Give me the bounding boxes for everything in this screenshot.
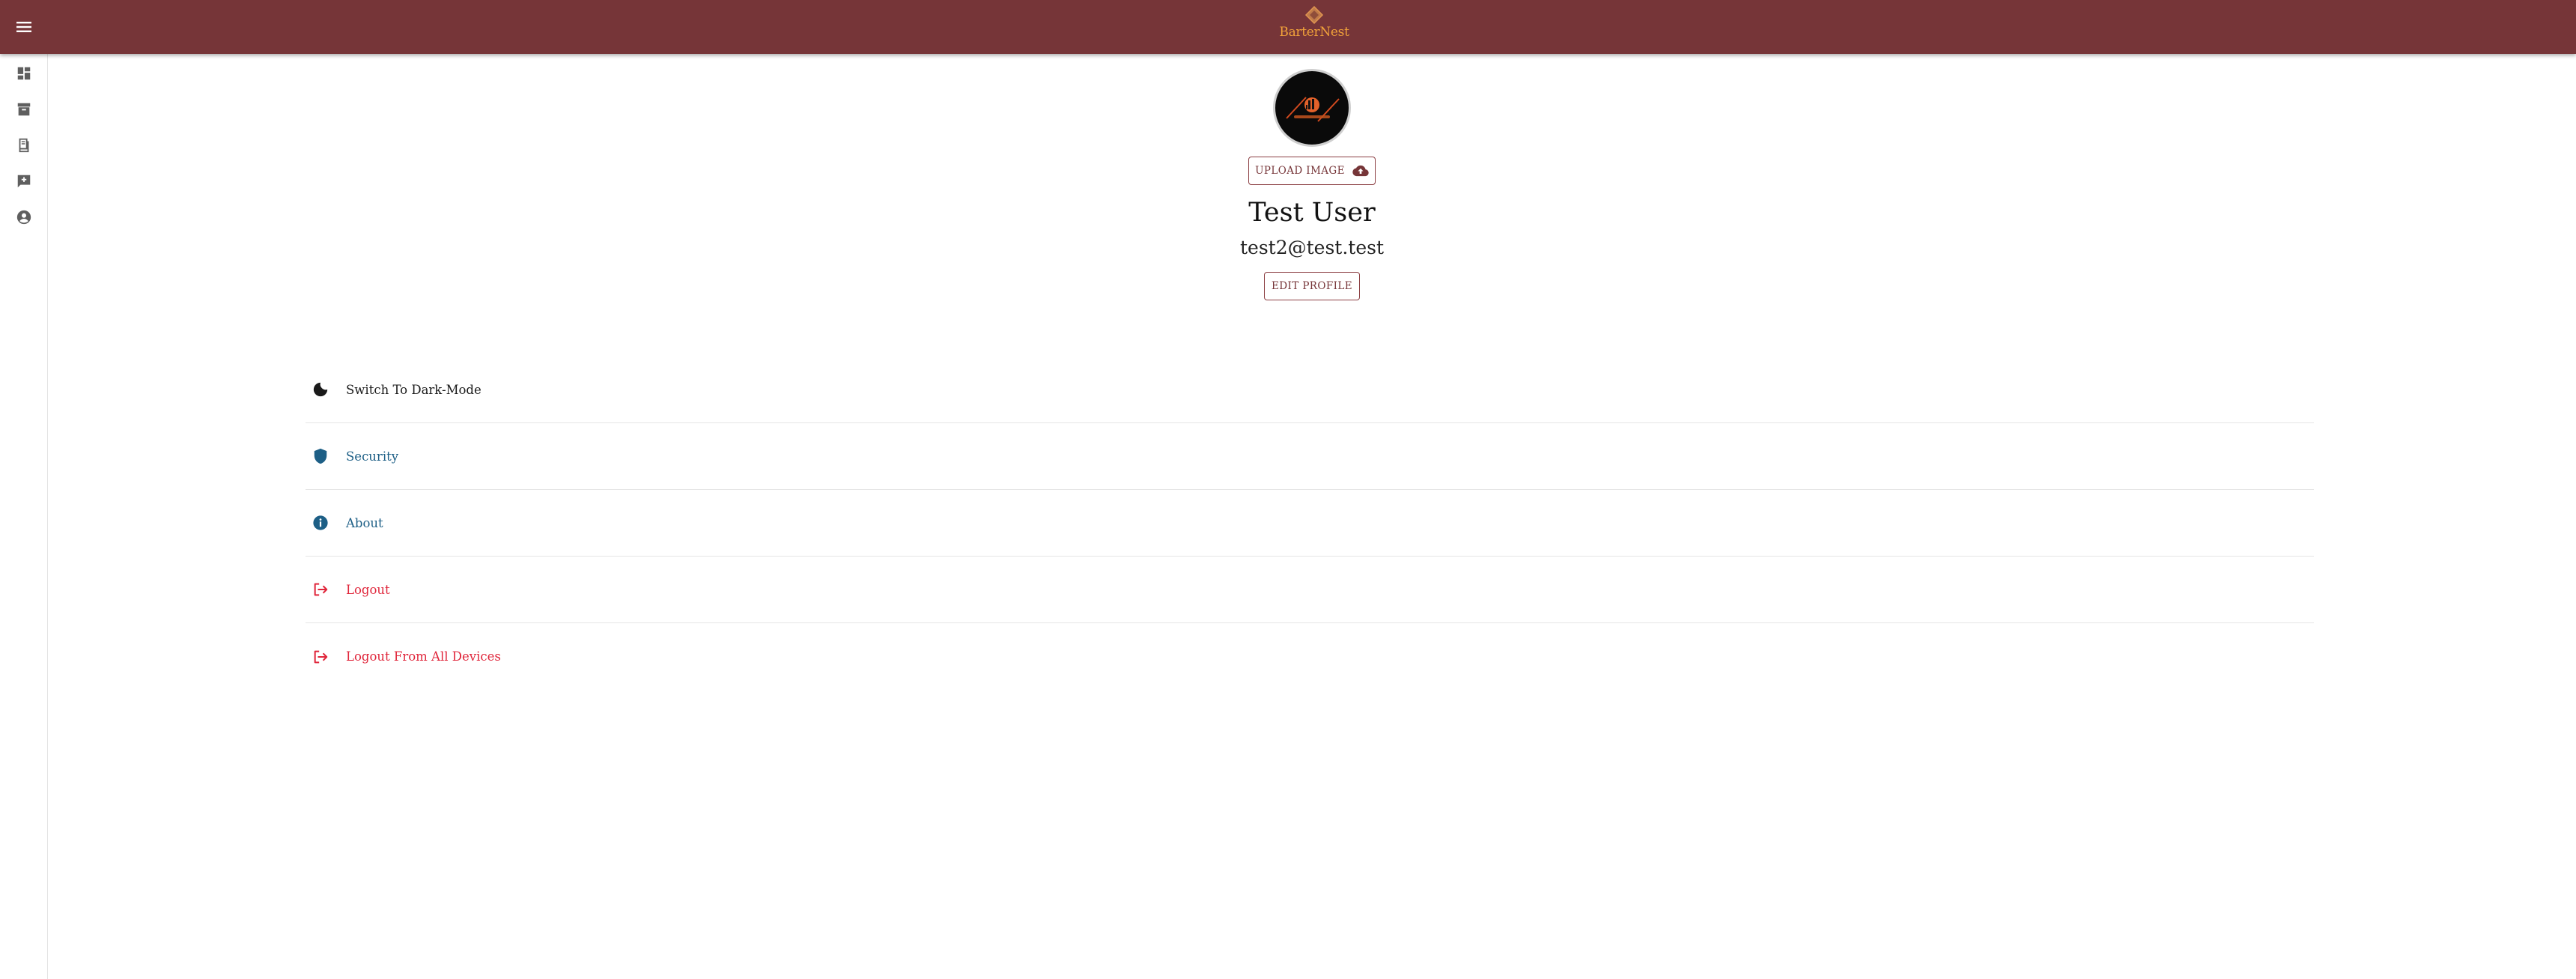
dark-mode-label: Switch To Dark-Mode — [346, 382, 482, 397]
logo-diamond-icon — [1304, 6, 1324, 24]
receipt-icon — [19, 138, 29, 153]
logout-item[interactable]: Logout — [306, 557, 2314, 623]
edit-profile-button[interactable]: EDIT PROFILE — [1264, 272, 1360, 300]
avatar-image — [1276, 72, 1348, 144]
logout-all-devices-item[interactable]: Logout From All Devices — [306, 623, 2314, 690]
security-item[interactable]: Security — [306, 423, 2314, 490]
dashboard-icon — [17, 67, 31, 80]
logout-icon — [310, 579, 331, 600]
feedback-icon — [17, 175, 31, 188]
hamburger-menu-icon[interactable] — [13, 16, 34, 37]
sidebar-item-archive[interactable] — [13, 99, 34, 120]
archive-box-icon — [17, 103, 31, 116]
user-email: test2@test.test — [1239, 237, 1384, 258]
profile-section: UPLOAD IMAGE Test User test2@test.test E… — [1162, 69, 1462, 300]
moon-icon — [310, 379, 331, 400]
about-item[interactable]: About — [306, 490, 2314, 557]
logo-text: BarterNest — [1279, 25, 1349, 40]
sidebar-item-feedback[interactable] — [13, 171, 34, 192]
sidebar-item-account[interactable] — [13, 207, 34, 228]
info-icon — [310, 512, 331, 533]
settings-list: Switch To Dark-Mode Security About Logou… — [306, 357, 2314, 690]
account-circle-icon — [16, 210, 31, 225]
cloud-upload-icon — [1352, 165, 1369, 177]
sidebar-nav — [0, 54, 48, 979]
shield-icon — [310, 446, 331, 467]
sidebar-item-receipts[interactable] — [13, 135, 34, 156]
top-app-bar: BarterNest — [0, 0, 2576, 54]
sidebar-item-dashboard[interactable] — [13, 63, 34, 84]
user-name: Test User — [1248, 198, 1376, 228]
avatar — [1273, 69, 1351, 147]
dark-mode-toggle-item[interactable]: Switch To Dark-Mode — [306, 357, 2314, 423]
app-logo[interactable]: BarterNest — [1279, 6, 1349, 48]
logout-icon — [310, 646, 331, 667]
logout-label: Logout — [346, 582, 390, 597]
logout-all-devices-label: Logout From All Devices — [346, 649, 501, 664]
upload-image-button[interactable]: UPLOAD IMAGE — [1248, 157, 1376, 185]
upload-image-label: UPLOAD IMAGE — [1255, 165, 1345, 177]
about-label: About — [346, 515, 383, 530]
security-label: Security — [346, 449, 399, 464]
